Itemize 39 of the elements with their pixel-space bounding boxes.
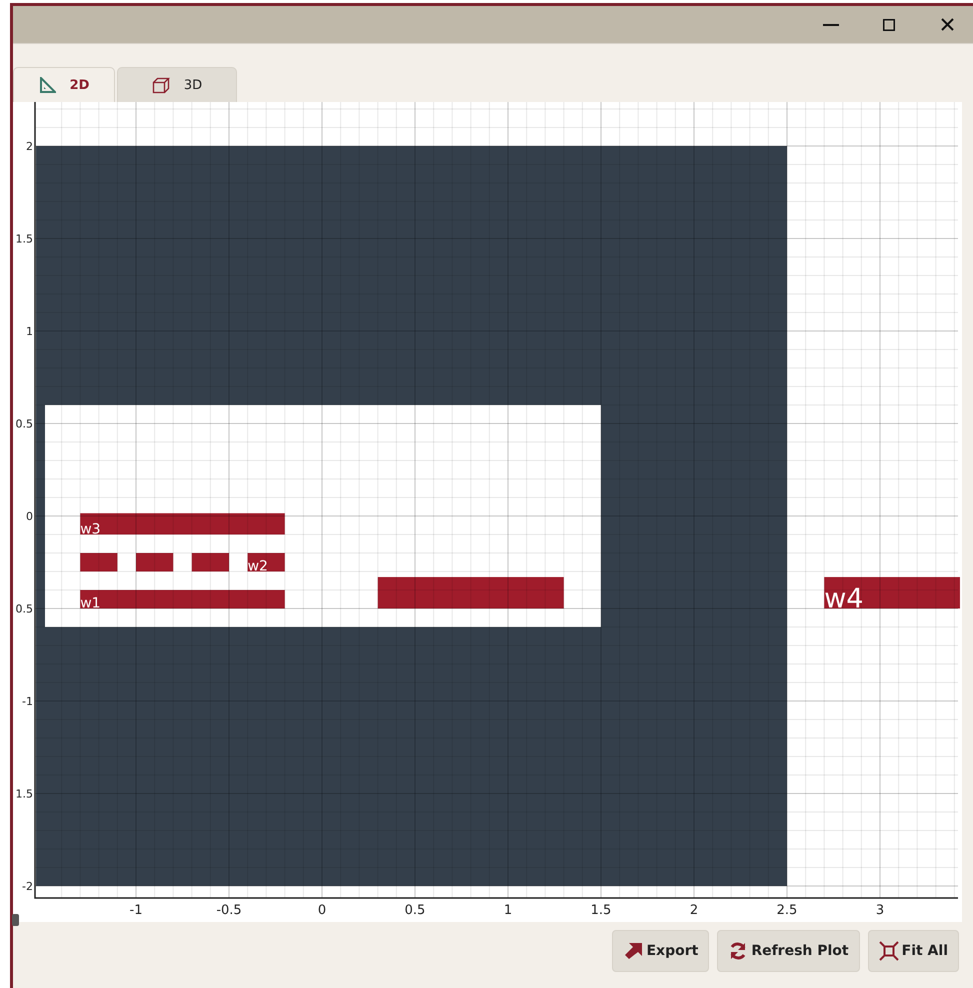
wire-label: w2 <box>248 558 268 574</box>
x-tick-label: -0.5 <box>216 903 242 918</box>
x-tick-label: 0.5 <box>404 903 426 918</box>
fit-all-icon <box>878 941 899 961</box>
wire-segment <box>248 553 285 572</box>
minimize-icon <box>823 24 839 26</box>
cube-icon <box>152 76 170 94</box>
x-tick-label: 2 <box>690 903 698 918</box>
y-tick-label: 1 <box>26 325 33 338</box>
refresh-icon <box>728 941 748 961</box>
action-button[interactable]: Export <box>612 930 710 972</box>
x-tick-label: 2.5 <box>776 903 798 918</box>
arrow-icon <box>623 942 644 960</box>
y-tick-label: 0.5 <box>16 418 33 430</box>
x-tick-label: 0 <box>318 903 326 918</box>
y-tick-label: 0 <box>26 510 33 523</box>
maximize-icon <box>883 18 895 30</box>
x-tick-label: 3 <box>876 903 884 918</box>
y-tick-label: 0.5 <box>16 602 33 616</box>
action-button[interactable]: Fit All <box>868 930 959 972</box>
wire-label: w1 <box>80 596 101 612</box>
corner-icon <box>12 914 19 926</box>
y-tick-label: 2 <box>26 140 33 153</box>
view-tab[interactable]: 3D <box>117 67 237 102</box>
x-tick-label: 1.5 <box>590 903 612 918</box>
y-tick-label: 1.5 <box>16 232 33 246</box>
wire-segment <box>80 553 118 572</box>
view-tab[interactable]: 2D <box>13 67 115 102</box>
y-tick-label: 1.5 <box>16 788 33 800</box>
wire-segment <box>192 553 229 572</box>
wire-label: w4 <box>824 584 864 614</box>
x-tick-label: 1 <box>504 903 512 918</box>
x-tick-label: -1 <box>130 903 142 918</box>
close-icon <box>940 18 954 31</box>
wire-label: w3 <box>80 522 101 538</box>
y-tick-label: -2 <box>22 880 33 893</box>
action-button[interactable]: Refresh Plot <box>717 930 860 972</box>
y-tick-label: -1 <box>22 695 33 708</box>
wire-segment <box>136 553 174 572</box>
